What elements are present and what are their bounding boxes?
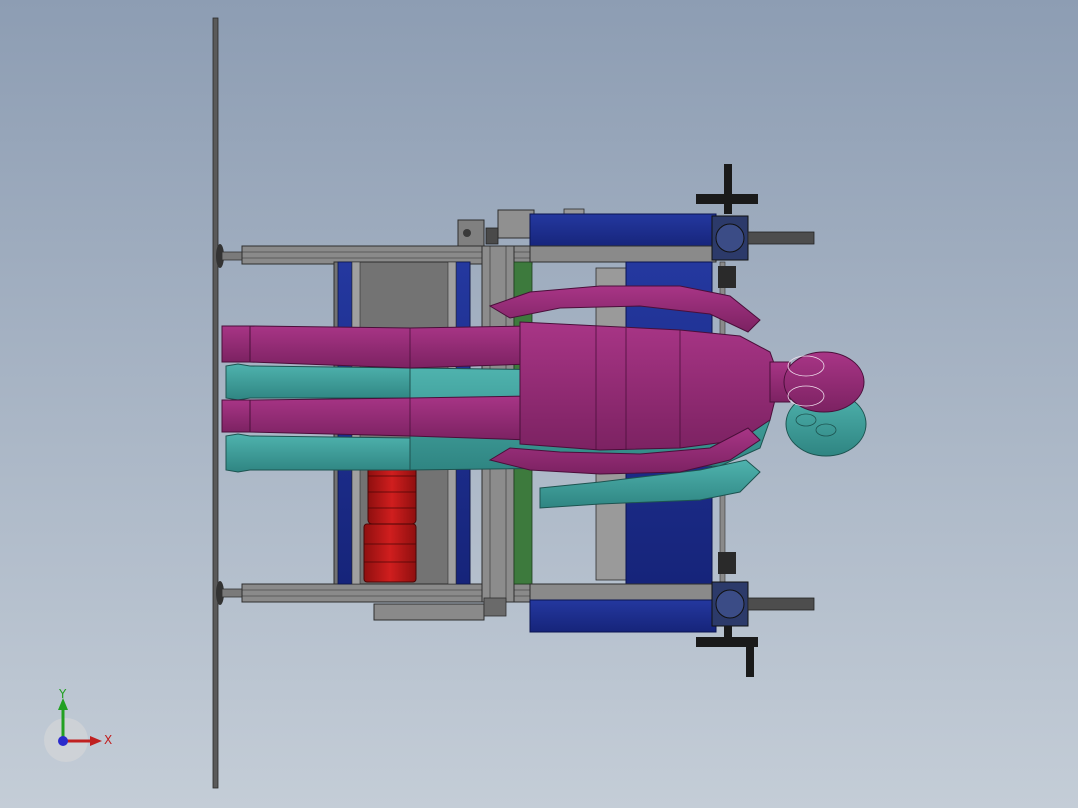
triad-y-label: Y xyxy=(58,687,67,701)
cad-graphics-viewport[interactable]: Y X xyxy=(0,0,1078,808)
gear-motor[interactable] xyxy=(363,459,417,583)
blue-carriage-bottom[interactable] xyxy=(529,583,717,633)
base-plate-edge[interactable] xyxy=(212,17,219,789)
coupling-bottom[interactable] xyxy=(718,552,736,574)
triad-x-label: X xyxy=(104,733,112,747)
blue-carriage-top[interactable] xyxy=(529,213,717,263)
coupling-top[interactable] xyxy=(718,266,736,288)
